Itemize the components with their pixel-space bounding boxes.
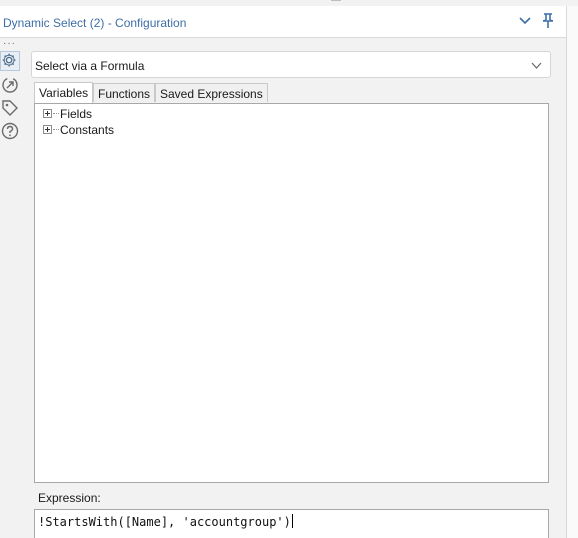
top-edge-mark bbox=[331, 0, 341, 1]
tab-functions[interactable]: Functions bbox=[93, 83, 156, 102]
tree-item-label: Constants bbox=[60, 123, 115, 137]
window-title: Dynamic Select (2) - Configuration bbox=[3, 16, 187, 30]
tab-variables[interactable]: Variables bbox=[34, 82, 94, 103]
mode-select[interactable]: Select via a Formula bbox=[31, 51, 551, 78]
annotation-icon[interactable] bbox=[0, 75, 20, 95]
more-icon[interactable]: ··· bbox=[3, 38, 16, 49]
help-icon[interactable] bbox=[0, 121, 20, 141]
title-bar: Dynamic Select (2) - Configuration bbox=[0, 6, 566, 38]
text-caret bbox=[291, 514, 293, 528]
expression-editor[interactable]: !StartsWith([Name], 'accountgroup') bbox=[34, 509, 549, 538]
tree-item-label: Fields bbox=[60, 107, 93, 121]
tab-saved-expressions[interactable]: Saved Expressions bbox=[155, 83, 268, 102]
expression-text: !StartsWith([Name], 'accountgroup') bbox=[38, 514, 293, 529]
expand-icon[interactable] bbox=[43, 109, 52, 118]
pin-icon[interactable] bbox=[541, 13, 555, 29]
expression-label: Expression: bbox=[38, 491, 101, 505]
chevron-down-icon bbox=[531, 62, 542, 69]
tree-connector bbox=[53, 113, 59, 114]
chevron-down-icon[interactable] bbox=[518, 14, 532, 28]
adjacent-pane bbox=[567, 6, 578, 538]
tag-icon[interactable] bbox=[0, 98, 20, 118]
tree-connector bbox=[53, 129, 59, 130]
variables-tree-panel: Fields Constants bbox=[34, 103, 549, 483]
mode-select-value: Select via a Formula bbox=[35, 59, 145, 73]
expand-icon[interactable] bbox=[43, 125, 52, 134]
gear-icon[interactable] bbox=[0, 51, 20, 71]
